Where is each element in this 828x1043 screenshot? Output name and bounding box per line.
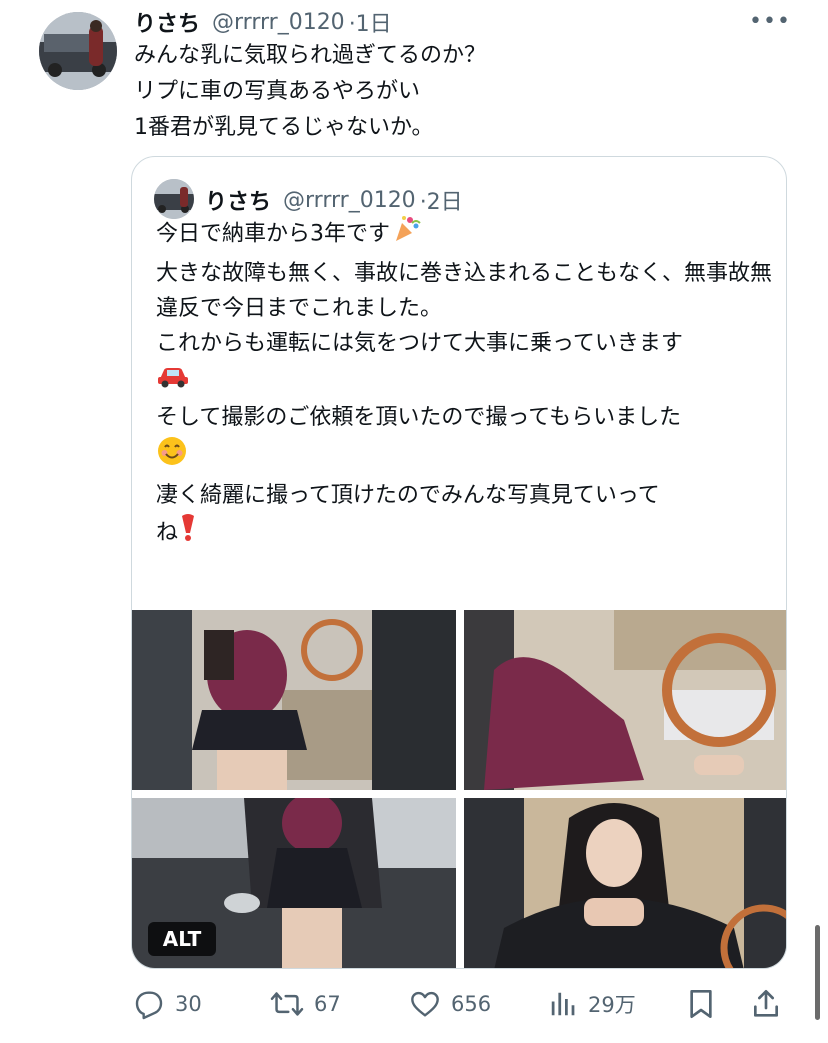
retweet-button[interactable]: 67 [270,982,341,1026]
quoted-text-line4: 凄く綺麗に撮って頂けたのでみんな写真見ていって ね [156,483,660,546]
smile-icon [156,435,188,478]
alt-text-badge[interactable]: ALT [148,922,216,956]
quoted-text: 今日で納車から3年です 大きな故障も無く、事故に巻き込まれることもなく、無事故無… [156,213,776,554]
share-button[interactable] [750,982,782,1026]
views-button[interactable]: 29万 [548,982,636,1026]
party-popper-icon [390,213,422,256]
quoted-time[interactable]: ·2日 [420,184,463,216]
views-count: 29万 [588,993,636,1017]
tweet-header: りさち @rrrrr_0120 ·1日 [134,6,392,38]
heart-icon [409,988,441,1020]
like-button[interactable]: 656 [409,982,491,1026]
photo-4[interactable] [464,798,786,968]
photo-3[interactable]: ALT [132,798,456,968]
more-options-icon[interactable]: ••• [749,8,791,34]
exclamation-icon [178,513,198,554]
alt-text-label: ALT [162,927,202,951]
scrollbar[interactable] [815,925,820,1020]
share-icon [750,988,782,1020]
reply-icon [133,988,165,1020]
tweet-text: みんな乳に気取られ過ぎてるのか？ リプに車の写真あるやろがい 1番君が乳見てるじ… [134,43,487,140]
reply-button[interactable]: 30 [133,982,202,1026]
car-icon [156,361,190,400]
quoted-tweet[interactable]: りさち @rrrrr_0120 ·2日 今日で納車から3年です 大きな故障も無く… [131,156,787,969]
reply-count: 30 [175,992,202,1016]
retweet-icon [270,988,304,1020]
bookmark-button[interactable] [686,982,716,1026]
more-options-label: ••• [749,8,791,34]
author-name[interactable]: りさち [134,6,200,38]
tweet-time[interactable]: ·1日 [349,6,392,38]
quoted-header: りさち @rrrrr_0120 ·2日 [205,183,463,217]
tweet-action-bar: 30 67 656 29万 [0,982,828,1026]
like-count: 656 [451,992,492,1016]
quoted-text-line3: そして撮影のご依頼を頂いたので撮ってもらいました [156,405,682,430]
photo-1[interactable] [132,610,456,790]
quoted-author-name[interactable]: りさち [205,184,271,216]
photo-2[interactable] [464,610,786,790]
author-avatar[interactable] [39,12,117,90]
quoted-author-handle[interactable]: @rrrrr_0120 [283,188,416,213]
views-icon [548,989,578,1019]
bookmark-icon [686,988,716,1020]
quoted-text-line2: 大きな故障も無く、事故に巻き込まれることもなく、無事故無違反で今日までこれました… [156,261,773,356]
author-handle[interactable]: @rrrrr_0120 [212,10,345,35]
retweet-count: 67 [314,992,341,1016]
quoted-text-line1: 今日で納車から3年です [156,221,390,247]
